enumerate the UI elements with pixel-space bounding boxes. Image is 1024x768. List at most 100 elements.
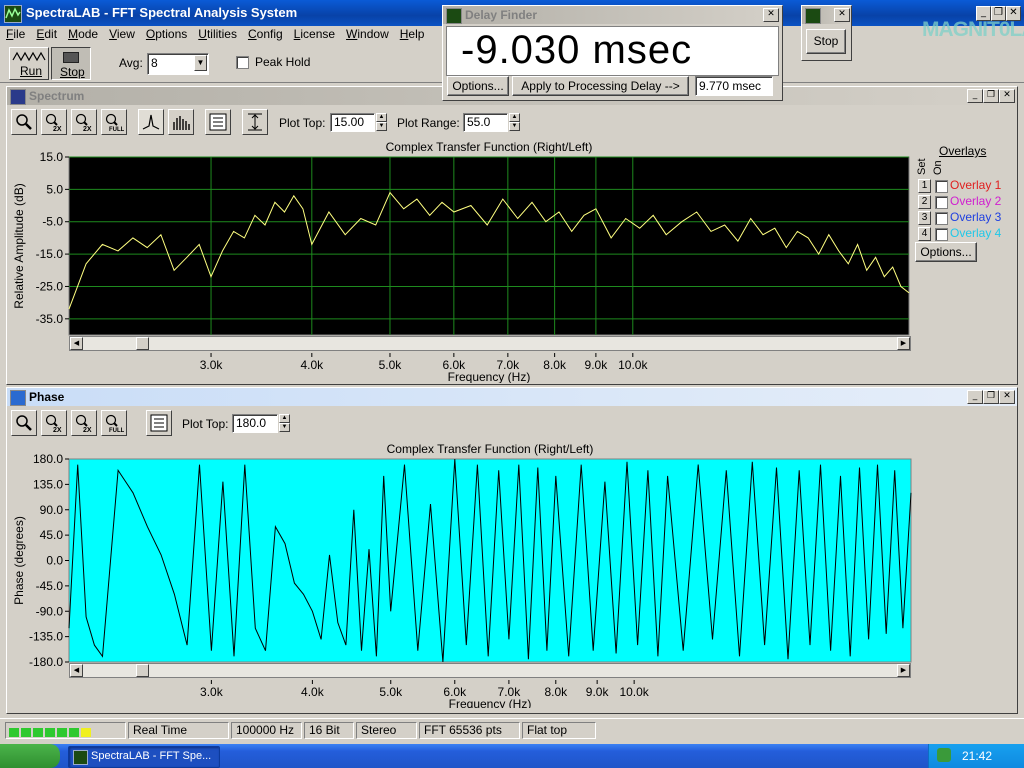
delay-options-button[interactable]: Options... — [447, 76, 509, 96]
overlay-on-checkbox[interactable] — [935, 196, 948, 209]
apply-processing-delay-button[interactable]: Apply to Processing Delay --> — [512, 76, 689, 96]
delay-finder-titlebar[interactable]: Delay Finder ✕ — [443, 6, 782, 24]
taskbar: SpectraLAB - FFT Spe... EN 21:42 — [0, 744, 1024, 768]
x-tick-label: 10.0k — [618, 358, 648, 372]
magnifier-button[interactable] — [11, 109, 37, 135]
scroll-right-icon[interactable]: ▶ — [897, 664, 910, 677]
stop-mini-icon — [805, 8, 821, 24]
zoom-out-2x-button[interactable]: 2X — [71, 109, 97, 135]
phase-window: Phase _ ❐ ✕ 2X 2X FULL Plot Top: 180.0 ▲… — [6, 387, 1018, 714]
stop-button[interactable]: Stop — [51, 47, 91, 80]
overlay-on-checkbox[interactable] — [935, 212, 948, 225]
menu-options[interactable]: Options — [140, 26, 192, 41]
overlays-set-header: Set — [916, 158, 928, 175]
plot-range-input[interactable]: 55.0 — [463, 113, 508, 132]
zoom-in-2x-button[interactable]: 2X — [41, 410, 67, 436]
plot-top-input[interactable]: 15.00 — [330, 113, 375, 132]
svg-text:2X: 2X — [53, 126, 62, 132]
spectrum-restore-button[interactable]: ❐ — [983, 89, 999, 103]
overlay-set-button[interactable]: 3 — [918, 211, 931, 225]
delay-finder-close-button[interactable]: ✕ — [763, 8, 779, 22]
menu-help[interactable]: Help — [394, 26, 430, 41]
spin-up-icon[interactable]: ▲ — [376, 113, 387, 122]
stop-mini-window: ✕ Stop — [801, 5, 852, 61]
plot-top-label: Plot Top: — [279, 116, 326, 130]
spectrum-close-button[interactable]: ✕ — [999, 89, 1015, 103]
overlay-on-checkbox[interactable] — [935, 180, 948, 193]
stop-mini-button[interactable]: Stop — [806, 29, 846, 54]
phase-restore-button[interactable]: ❐ — [983, 390, 999, 404]
run-button[interactable]: Run — [9, 47, 49, 80]
taskbar-spectralab-button[interactable]: SpectraLAB - FFT Spe... — [68, 746, 220, 768]
line-mode-button[interactable] — [138, 109, 164, 135]
clock: 21:42 — [962, 749, 993, 763]
overlay-set-button[interactable]: 1 — [918, 179, 931, 193]
window-settings-button[interactable] — [146, 410, 172, 436]
scroll-thumb[interactable] — [136, 664, 149, 677]
scroll-left-icon[interactable]: ◀ — [70, 337, 83, 350]
menu-utilities[interactable]: Utilities — [192, 26, 242, 41]
chevron-down-icon[interactable]: ▼ — [194, 55, 207, 71]
overlay-set-button[interactable]: 2 — [918, 195, 931, 209]
menu-view[interactable]: View — [103, 26, 140, 41]
magnifier-icon — [16, 114, 32, 130]
phase-window-icon — [10, 390, 26, 406]
phase-minimize-button[interactable]: _ — [967, 390, 983, 404]
phase-titlebar[interactable]: Phase _ ❐ ✕ — [7, 388, 1017, 406]
avg-select[interactable]: 8 ▼ — [147, 53, 209, 75]
run-label: Run — [20, 64, 43, 78]
window-settings-button[interactable] — [205, 109, 231, 135]
zoom-out-2x-button[interactable]: 2X — [71, 410, 97, 436]
phase-horizontal-scrollbar[interactable]: ◀ ▶ — [69, 663, 911, 678]
menu-edit[interactable]: Edit — [30, 26, 62, 41]
tray-network-icon[interactable] — [937, 748, 951, 762]
plot-top-spinner[interactable]: ▲ ▼ — [376, 113, 387, 131]
plot-range-label: Plot Range: — [397, 116, 460, 130]
zoom-full-button[interactable]: FULL — [101, 109, 127, 135]
spin-down-icon[interactable]: ▼ — [279, 423, 290, 432]
stop-mini-titlebar[interactable]: ✕ — [802, 6, 851, 24]
scroll-left-icon[interactable]: ◀ — [70, 664, 83, 677]
settings-panel-icon — [150, 414, 168, 432]
spin-down-icon[interactable]: ▼ — [509, 122, 520, 131]
status-mode: Real Time — [128, 722, 229, 739]
magnifier-button[interactable] — [11, 410, 37, 436]
phase-plot-top-spinner[interactable]: ▲ ▼ — [279, 414, 290, 432]
auto-scale-button[interactable] — [242, 109, 268, 135]
y-tick-label: 180.0 — [33, 452, 63, 466]
zoom-in-2x-button[interactable]: 2X — [41, 109, 67, 135]
level-meter — [5, 722, 126, 739]
menu-mode[interactable]: Mode — [62, 26, 103, 41]
y-tick-label: -180.0 — [29, 655, 63, 669]
x-tick-label: 10.0k — [619, 685, 649, 699]
zoom-full-button[interactable]: FULL — [101, 410, 127, 436]
processing-delay-field[interactable]: 9.770 msec — [695, 76, 773, 96]
spin-down-icon[interactable]: ▼ — [376, 122, 387, 131]
stop-mini-close-button[interactable]: ✕ — [834, 8, 850, 22]
overlay-on-checkbox[interactable] — [935, 228, 948, 241]
phase-close-button[interactable]: ✕ — [999, 390, 1015, 404]
plot-range-spinner[interactable]: ▲ ▼ — [509, 113, 520, 131]
taskbar-task-label: SpectraLAB - FFT Spe... — [91, 750, 212, 762]
delay-finder-title: Delay Finder — [465, 8, 538, 22]
overlay-set-button[interactable]: 4 — [918, 227, 931, 241]
peak-hold-checkbox[interactable] — [236, 56, 249, 69]
phase-plot-top-input[interactable]: 180.0 — [232, 414, 278, 433]
start-button[interactable] — [0, 744, 60, 768]
menu-config[interactable]: Config — [242, 26, 288, 41]
spectrum-horizontal-scrollbar[interactable]: ◀ ▶ — [69, 336, 911, 351]
menu-file[interactable]: File — [0, 26, 30, 41]
bar-mode-button[interactable] — [168, 109, 194, 135]
menu-license[interactable]: License — [288, 26, 340, 41]
spin-up-icon[interactable]: ▲ — [279, 414, 290, 423]
menu-window[interactable]: Window — [340, 26, 394, 41]
spin-up-icon[interactable]: ▲ — [509, 113, 520, 122]
svg-text:FULL: FULL — [109, 428, 124, 433]
y-axis-label: Phase (degrees) — [12, 516, 26, 605]
scroll-thumb[interactable] — [136, 337, 149, 350]
spectrum-minimize-button[interactable]: _ — [967, 89, 983, 103]
zoom-full-icon: FULL — [105, 414, 124, 433]
overlay-options-button[interactable]: Options... — [915, 242, 977, 262]
scroll-right-icon[interactable]: ▶ — [897, 337, 910, 350]
y-tick-label: 0.0 — [46, 554, 63, 568]
